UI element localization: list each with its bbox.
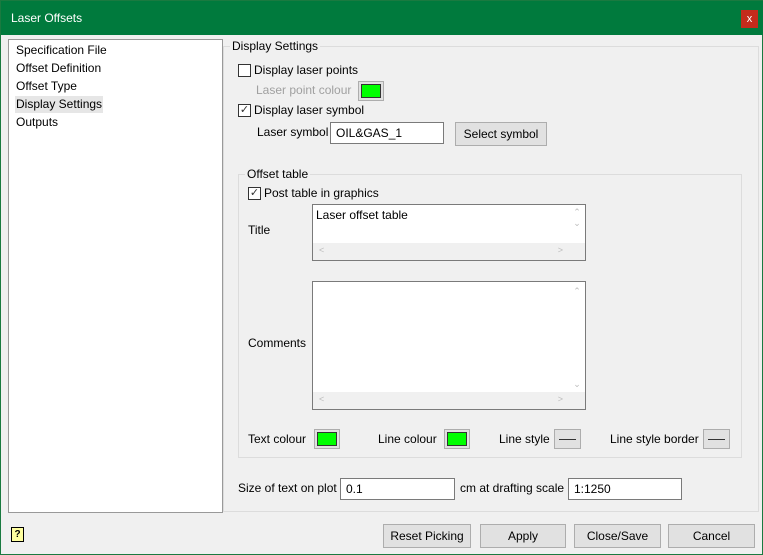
comments-label: Comments	[248, 336, 307, 350]
title-label: Title	[248, 223, 271, 237]
line-style-border-label: Line style border	[610, 432, 699, 446]
drafting-scale-label: cm at drafting scale	[460, 481, 565, 495]
apply-button[interactable]: Apply	[480, 524, 566, 548]
display-laser-points-label: Display laser points	[254, 63, 359, 77]
drafting-scale-input[interactable]: 1:1250	[568, 478, 682, 500]
nav-item-offset-type[interactable]: Offset Type	[15, 78, 78, 95]
title-textarea[interactable]: Laser offset table ⌃ ⌄ < >	[312, 204, 586, 261]
line-style-button[interactable]	[554, 429, 581, 449]
select-symbol-button[interactable]: Select symbol	[455, 122, 547, 146]
line-colour-swatch[interactable]	[444, 429, 470, 449]
reset-picking-button[interactable]: Reset Picking	[383, 524, 471, 548]
section-list: Specification File Offset Definition Off…	[8, 39, 223, 513]
window-title: Laser Offsets	[11, 11, 83, 25]
nav-item-display-settings[interactable]: Display Settings	[15, 96, 104, 113]
horizontal-scrollbar[interactable]: < >	[313, 243, 585, 260]
line-style-border-button[interactable]	[703, 429, 730, 449]
size-of-text-label: Size of text on plot	[238, 481, 337, 495]
comments-textarea[interactable]: ⌃ ⌄ < >	[312, 281, 586, 410]
text-colour-label: Text colour	[248, 432, 307, 446]
display-laser-symbol-checkbox[interactable]: ✓	[238, 104, 251, 117]
vertical-scrollbar[interactable]: ⌃ ⌄	[569, 282, 585, 392]
laser-point-colour-swatch[interactable]	[358, 81, 384, 101]
display-settings-label: Display Settings	[230, 39, 321, 53]
display-laser-points-checkbox[interactable]	[238, 64, 251, 77]
post-table-checkbox[interactable]: ✓	[248, 187, 261, 200]
close-button[interactable]: x	[741, 10, 758, 28]
line-style-label: Line style	[499, 432, 550, 446]
help-icon[interactable]: ?	[11, 527, 24, 542]
laser-point-colour-label: Laser point colour	[256, 83, 352, 97]
nav-item-specification-file[interactable]: Specification File	[15, 42, 108, 59]
title-bar: Laser Offsets x	[1, 1, 763, 35]
offset-table-label: Offset table	[245, 167, 311, 181]
nav-item-offset-definition[interactable]: Offset Definition	[15, 60, 102, 77]
size-of-text-input[interactable]: 0.1	[340, 478, 455, 500]
nav-item-outputs[interactable]: Outputs	[15, 114, 59, 131]
text-colour-swatch[interactable]	[314, 429, 340, 449]
post-table-label: Post table in graphics	[264, 186, 379, 200]
vertical-scrollbar[interactable]: ⌃ ⌄	[569, 205, 585, 243]
laser-offsets-dialog: Laser Offsets x Specification File Offse…	[0, 0, 763, 555]
laser-symbol-label: Laser symbol	[257, 125, 329, 139]
horizontal-scrollbar[interactable]: < >	[313, 392, 585, 409]
line-colour-label: Line colour	[378, 432, 437, 446]
close-save-button[interactable]: Close/Save	[574, 524, 661, 548]
display-laser-symbol-label: Display laser symbol	[254, 103, 365, 117]
cancel-button[interactable]: Cancel	[668, 524, 755, 548]
title-text: Laser offset table	[316, 208, 408, 222]
laser-symbol-input[interactable]: OIL&GAS_1	[330, 122, 444, 144]
